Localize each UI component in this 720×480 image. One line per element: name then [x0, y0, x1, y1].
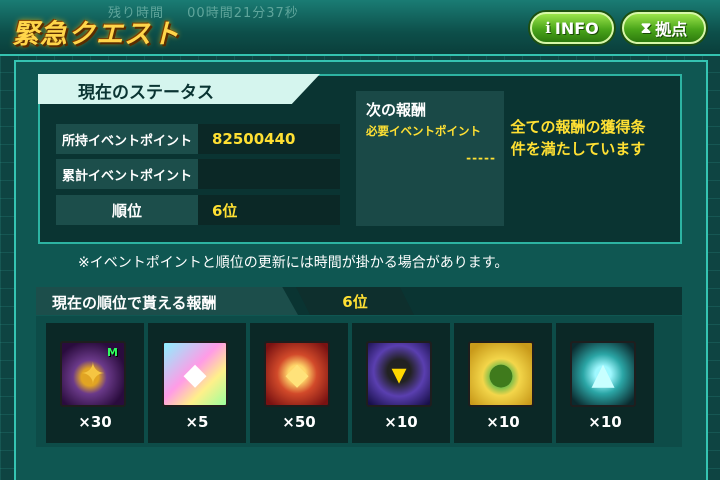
reward-quantity: ×10 — [486, 413, 520, 431]
rank-label: 順位 — [56, 195, 198, 225]
update-note: ※イベントポイントと順位の更新には時間が掛かる場合があります。 — [78, 255, 509, 271]
reward-quantity: ×10 — [588, 413, 622, 431]
reward-quantity: ×30 — [78, 413, 112, 431]
reward-quantity: ×5 — [185, 413, 209, 431]
status-row-rank: 順位 6位 — [56, 195, 340, 225]
rank-rewards-rank: 6位 — [296, 287, 414, 315]
next-reward-title: 次の報酬 — [366, 101, 427, 119]
total-points-value — [198, 159, 340, 189]
ticket-rainbow-icon: ◆ — [162, 341, 228, 407]
owned-points-value: 82500440 — [198, 124, 340, 154]
ticket-red-icon: ◆ — [264, 341, 330, 407]
rank-value: 6位 — [198, 195, 340, 225]
rank-rewards-title: 現在の順位で貰える報酬 — [52, 294, 217, 312]
owned-points-label: 所持イベントポイント — [56, 124, 198, 154]
reward-card[interactable]: ▲ ×10 — [556, 323, 654, 443]
dark-mobile-suit-icon: ▾ — [366, 341, 432, 407]
reward-card[interactable]: ● ×10 — [454, 323, 552, 443]
rank-rewards-title-box: 現在の順位で貰える報酬 — [36, 287, 298, 315]
page-title: 緊急クエスト — [12, 19, 180, 50]
info-button-label: INFO — [554, 18, 599, 38]
haro-icon: ● — [468, 341, 534, 407]
reward-card[interactable]: ◆ ×50 — [250, 323, 348, 443]
status-row-owned-points: 所持イベントポイント 82500440 — [56, 124, 340, 154]
base-button[interactable]: ⧗ 拠点 — [622, 12, 706, 44]
reward-card[interactable]: ◆ ×5 — [148, 323, 246, 443]
status-section-title: 現在のステータス — [78, 83, 214, 103]
reward-card[interactable]: ✦ M ×30 — [46, 323, 144, 443]
status-row-total-points: 累計イベントポイント — [56, 159, 340, 189]
info-button[interactable]: ℹ INFO — [530, 12, 614, 44]
m-badge: M — [107, 346, 118, 359]
unit-m-icon: ✦ M — [60, 341, 126, 407]
blue-mobile-suit-icon: ▲ — [570, 341, 636, 407]
total-points-label: 累計イベントポイント — [56, 159, 198, 189]
reward-card[interactable]: ▾ ×10 — [352, 323, 450, 443]
header-bar: 残り時間 00時間21分37秒 緊急クエスト ℹ INFO ⧗ 拠点 — [0, 0, 720, 56]
completion-message: 全ての報酬の獲得条件を満たしています — [510, 118, 646, 158]
hourglass-icon: ⧗ — [640, 19, 652, 37]
required-points-value: ----- — [466, 151, 496, 165]
info-icon: ℹ — [545, 19, 551, 37]
base-button-label: 拠点 — [655, 20, 688, 39]
remaining-time-value: 00時間21分37秒 — [187, 6, 299, 20]
reward-quantity: ×10 — [384, 413, 418, 431]
next-reward-box: 次の報酬 必要イベントポイント ----- — [356, 91, 504, 226]
reward-quantity: ×50 — [282, 413, 316, 431]
required-points-label: 必要イベントポイント — [366, 124, 481, 138]
